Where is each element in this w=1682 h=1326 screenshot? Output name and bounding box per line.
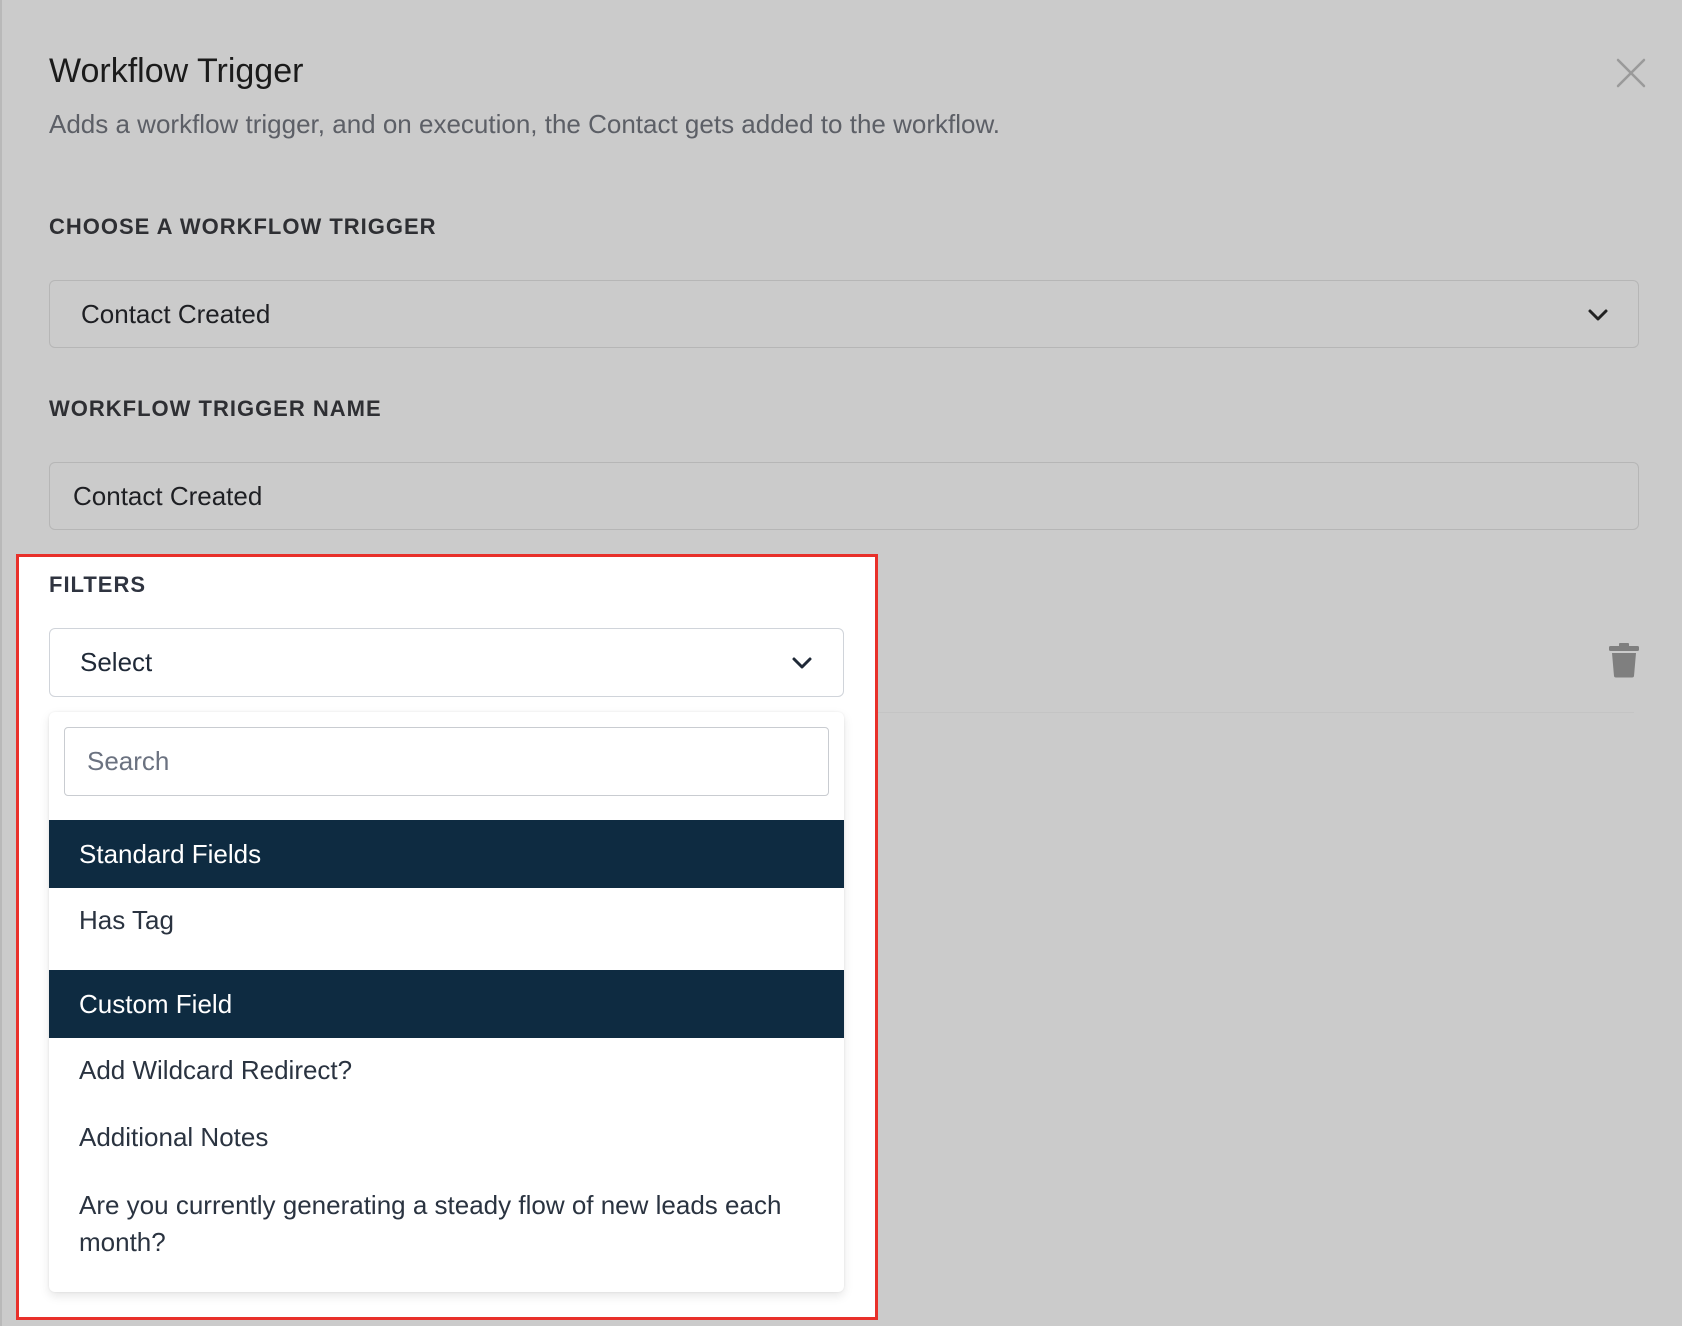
workflow-trigger-dialog: Workflow Trigger Adds a workflow trigger… bbox=[0, 0, 1682, 1326]
option-additional-notes[interactable]: Additional Notes bbox=[49, 1119, 844, 1156]
group-header-standard-fields: Standard Fields bbox=[49, 820, 844, 888]
filter-row-divider bbox=[844, 712, 1634, 713]
trigger-select-value: Contact Created bbox=[81, 298, 271, 329]
dialog-title: Workflow Trigger bbox=[49, 52, 304, 90]
filters-label: FILTERS bbox=[49, 572, 147, 597]
chevron-down-icon bbox=[792, 657, 812, 669]
trash-icon[interactable] bbox=[1608, 642, 1640, 678]
filter-field-select[interactable]: Select bbox=[49, 628, 844, 697]
option-steady-flow-of-leads[interactable]: Are you currently generating a steady fl… bbox=[49, 1187, 844, 1261]
trigger-select[interactable]: Contact Created bbox=[49, 280, 1639, 348]
trigger-name-label: WORKFLOW TRIGGER NAME bbox=[49, 396, 382, 421]
option-has-tag[interactable]: Has Tag bbox=[49, 902, 844, 939]
dialog-subtitle: Adds a workflow trigger, and on executio… bbox=[49, 109, 1001, 139]
trigger-name-input[interactable]: Contact Created bbox=[49, 462, 1639, 530]
chevron-down-icon bbox=[1588, 309, 1608, 321]
search-input[interactable] bbox=[64, 727, 829, 796]
group-header-custom-field: Custom Field bbox=[49, 970, 844, 1038]
close-icon[interactable] bbox=[1614, 56, 1648, 90]
filter-dropdown-menu: Standard Fields Has Tag Custom Field Add… bbox=[49, 712, 844, 1292]
trigger-name-value: Contact Created bbox=[73, 480, 263, 511]
option-add-wildcard-redirect[interactable]: Add Wildcard Redirect? bbox=[49, 1052, 844, 1089]
trigger-select-label: CHOOSE A WORKFLOW TRIGGER bbox=[49, 214, 437, 239]
filter-select-value: Select bbox=[80, 647, 153, 677]
